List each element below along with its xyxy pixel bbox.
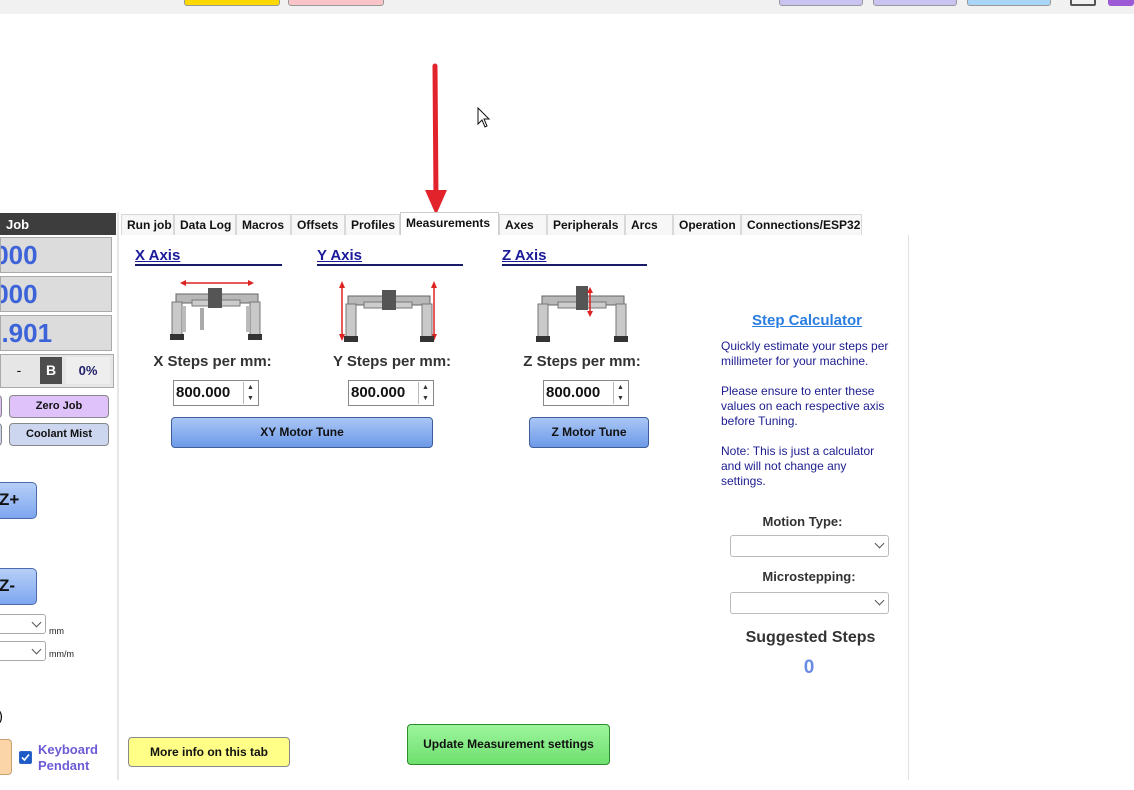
check-icon: [21, 753, 30, 762]
z-steps-value: 800.000: [546, 384, 601, 401]
top-toolbar: [0, 0, 1134, 14]
dro-y-readout: .000: [0, 276, 112, 312]
suggested-steps-value: 0: [803, 657, 815, 678]
partial-text-paren: ): [0, 708, 3, 725]
partial-button-left-2[interactable]: [0, 423, 2, 446]
keyboard-pendant-line1: Keyboard: [38, 742, 98, 757]
x-axis-machine-icon: [170, 280, 262, 340]
dro-x-readout: .000: [0, 237, 112, 273]
y-steps-spinner[interactable]: ▲ ▼: [418, 382, 432, 404]
spin-up-icon[interactable]: ▲: [614, 382, 627, 393]
partial-button-orange[interactable]: [0, 739, 12, 775]
tab-connections-esp32[interactable]: Connections/ESP32: [741, 214, 862, 235]
spin-up-icon[interactable]: ▲: [244, 382, 257, 393]
chevron-down-icon: [31, 644, 42, 655]
job-panel-header: Job: [0, 213, 116, 235]
dro-z-readout: 5.901: [0, 315, 112, 351]
update-measurement-settings-button[interactable]: Update Measurement settings: [407, 724, 610, 765]
tab-offsets[interactable]: Offsets: [291, 214, 345, 235]
chip-icon[interactable]: [1070, 0, 1096, 6]
calculator-description-2: Please ensure to enter these values on e…: [721, 384, 885, 428]
toolbar-button-blue[interactable]: [967, 0, 1051, 6]
jog-distance-unit: mm: [49, 626, 64, 636]
tab-data-log[interactable]: Data Log: [174, 214, 236, 235]
tab-peripherals[interactable]: Peripherals: [547, 214, 625, 235]
calculator-description-1: Quickly estimate your steps per millimet…: [721, 339, 889, 368]
more-info-button[interactable]: More info on this tab: [128, 737, 290, 767]
jog-z-plus-button[interactable]: Z+: [0, 482, 37, 519]
x-steps-value: 800.000: [176, 384, 231, 401]
job-progress-b[interactable]: B: [40, 357, 62, 384]
x-steps-input[interactable]: 800.000 ▲ ▼: [173, 380, 259, 406]
microstepping-label: Microstepping:: [762, 569, 856, 584]
tab-operation[interactable]: Operation: [673, 214, 741, 235]
coolant-mist-button[interactable]: Coolant Mist: [9, 423, 109, 446]
tab-run-job[interactable]: Run job: [121, 214, 174, 235]
tab-measurements[interactable]: Measurements: [400, 212, 499, 235]
y-steps-label: Y Steps per mm:: [332, 353, 452, 370]
x-steps-spinner[interactable]: ▲ ▼: [243, 382, 257, 404]
jog-distance-select[interactable]: [0, 614, 46, 634]
calculator-description-3: Note: This is just a calculator and will…: [721, 444, 875, 488]
z-axis-underline: [502, 264, 647, 266]
chevron-down-icon: [31, 617, 42, 628]
xy-motor-tune-button[interactable]: XY Motor Tune: [171, 417, 433, 448]
tab-axes[interactable]: Axes: [499, 214, 547, 235]
zero-job-button[interactable]: Zero Job: [9, 395, 109, 418]
jog-feed-select[interactable]: [0, 641, 46, 661]
y-steps-input[interactable]: 800.000 ▲ ▼: [348, 380, 434, 406]
toolbar-button-lavender-2[interactable]: [873, 0, 957, 6]
x-axis-title: X Axis: [135, 247, 181, 264]
toolbar-button-pink[interactable]: [288, 0, 384, 6]
z-steps-input[interactable]: 800.000 ▲ ▼: [543, 380, 629, 406]
annotation-arrow-icon: [425, 63, 447, 215]
partial-button-left-1[interactable]: [0, 395, 2, 418]
z-axis-machine-icon: [536, 286, 628, 342]
y-steps-value: 800.000: [351, 384, 406, 401]
tab-profiles[interactable]: Profiles: [345, 214, 400, 235]
tab-arcs[interactable]: Arcs: [625, 214, 673, 235]
keyboard-pendant-checkbox[interactable]: [19, 751, 32, 764]
jog-z-minus-button[interactable]: Z-: [0, 568, 37, 605]
y-axis-machine-icon: [339, 281, 437, 342]
tab-macros[interactable]: Macros: [236, 214, 291, 235]
x-axis-underline: [135, 264, 282, 266]
spin-down-icon[interactable]: ▼: [419, 393, 432, 404]
spin-up-icon[interactable]: ▲: [419, 382, 432, 393]
x-steps-label: X Steps per mm:: [153, 353, 272, 370]
motion-type-select[interactable]: [730, 535, 889, 557]
suggested-steps-label: Suggested Steps: [745, 629, 876, 646]
chevron-down-icon: [874, 538, 885, 549]
y-axis-title: Y Axis: [317, 247, 363, 264]
keyboard-pendant-label[interactable]: Keyboard Pendant: [38, 742, 98, 774]
chevron-down-icon: [874, 595, 885, 606]
step-calculator-link[interactable]: Step Calculator: [722, 312, 892, 329]
spin-down-icon[interactable]: ▼: [614, 393, 627, 404]
job-progress-dash: -: [16, 362, 22, 378]
motion-type-label: Motion Type:: [762, 514, 843, 529]
z-motor-tune-button[interactable]: Z Motor Tune: [529, 417, 649, 448]
spin-down-icon[interactable]: ▼: [244, 393, 257, 404]
jog-feed-unit: mm/m: [49, 649, 74, 659]
toolbar-button-lavender-1[interactable]: [779, 0, 863, 6]
z-steps-label: Z Steps per mm:: [523, 353, 641, 370]
z-steps-spinner[interactable]: ▲ ▼: [613, 382, 627, 404]
toolbar-button-yellow[interactable]: [184, 0, 280, 6]
keyboard-pendant-line2: Pendant: [38, 758, 90, 773]
mouse-cursor-icon: [477, 107, 491, 128]
profile-icon[interactable]: [1108, 0, 1134, 6]
z-axis-title: Z Axis: [502, 247, 547, 264]
y-axis-underline: [317, 264, 463, 266]
microstepping-select[interactable]: [730, 592, 889, 614]
job-progress-percent: 0%: [66, 357, 110, 384]
